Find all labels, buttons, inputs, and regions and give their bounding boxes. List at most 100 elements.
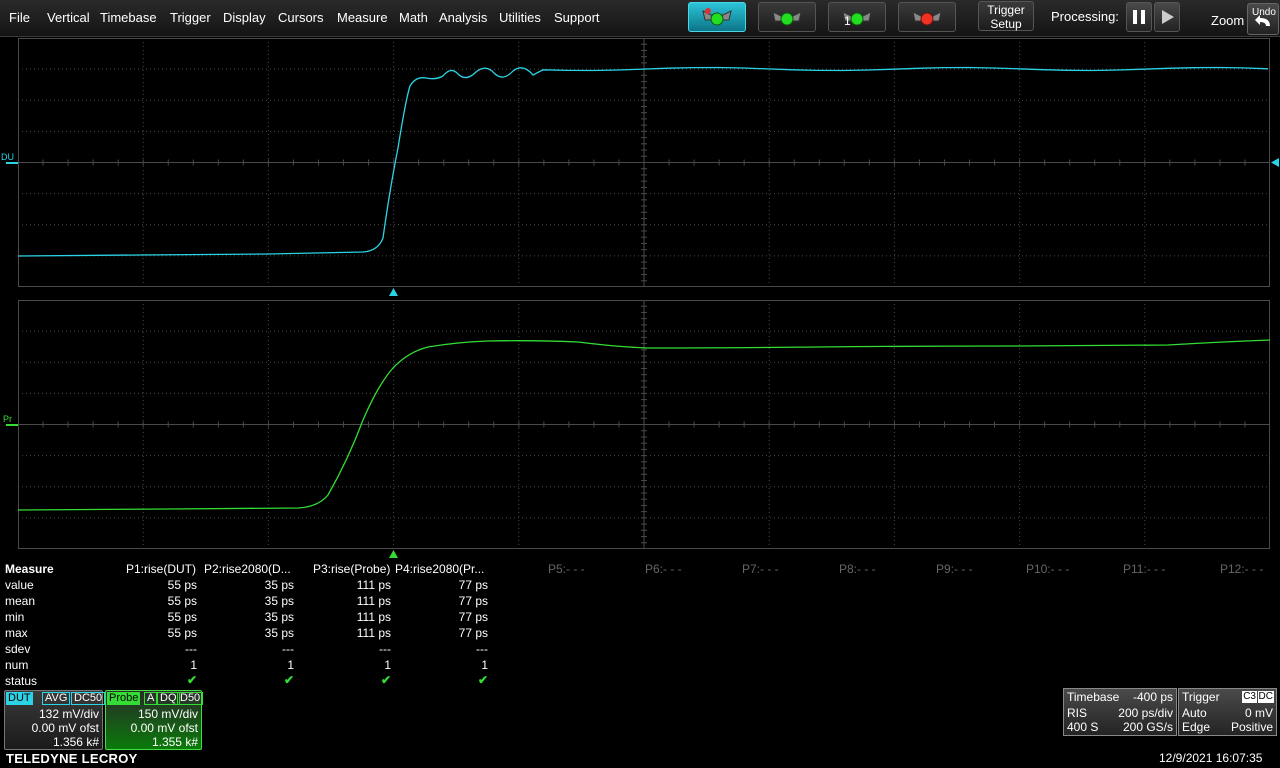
measure-header-p3[interactable]: P3:rise(Probe) <box>313 562 390 576</box>
dut-trigger-position-icon[interactable] <box>389 288 398 296</box>
timebase-rate: 200 GS/s <box>1122 720 1173 734</box>
trigger-level: 0 mV <box>1244 706 1273 720</box>
dut-grid-panel[interactable] <box>18 38 1270 287</box>
measure-header-p12[interactable]: P12:- - - <box>1220 562 1263 576</box>
menu-math[interactable]: Math <box>399 10 428 25</box>
menu-display[interactable]: Display <box>223 10 266 25</box>
p3-max: 111 ps <box>356 626 391 640</box>
probe-offset-marker-icon[interactable] <box>6 422 18 428</box>
play-button[interactable] <box>1154 2 1180 32</box>
p3-num: 1 <box>384 658 391 672</box>
p2-sdev: --- <box>282 642 294 656</box>
timebase-tdiv: 200 ps/div <box>1118 706 1173 720</box>
p4-mean: 77 ps <box>458 594 488 608</box>
dut-waveform-trace <box>18 66 1269 257</box>
measure-table: Measure P1:rise(DUT) P2:rise2080(D... P3… <box>0 560 1280 690</box>
processing-label: Processing: <box>1051 9 1119 24</box>
brand-logo: TELEDYNE LECROY <box>6 751 138 766</box>
measure-header-p4[interactable]: P4:rise2080(Pr... <box>395 562 484 576</box>
dut-offset-marker-icon[interactable] <box>6 160 18 166</box>
dut-offset: 0.00 mV ofst <box>31 721 99 735</box>
dut-vdiv: 132 mV/div <box>38 707 99 721</box>
trigger-setup-line1: Trigger <box>987 3 1025 17</box>
dut-channel-descriptor[interactable]: DUT AVG DC50 132 mV/div 0.00 mV ofst 1.3… <box>4 690 106 750</box>
probe-a-badge: A <box>144 692 158 705</box>
row-label-num: num <box>5 658 29 672</box>
p2-mean: 35 ps <box>264 594 294 608</box>
timebase-delay: -400 ps <box>1132 690 1173 704</box>
p2-max: 35 ps <box>264 626 294 640</box>
measure-title: Measure <box>5 562 54 576</box>
traffic-light-auto-icon <box>702 8 732 26</box>
pause-icon <box>1133 10 1145 24</box>
trigger-mode: Auto <box>1182 706 1207 720</box>
menu-analysis[interactable]: Analysis <box>439 10 487 25</box>
row-label-mean: mean <box>5 594 36 608</box>
menu-utilities[interactable]: Utilities <box>499 10 541 25</box>
menu-vertical[interactable]: Vertical <box>47 10 90 25</box>
p1-max: 55 ps <box>167 626 197 640</box>
probe-trigger-position-icon[interactable] <box>389 550 398 558</box>
trigger-label: Trigger <box>1182 690 1220 704</box>
trigger-source-badge: C3 <box>1242 691 1257 703</box>
menu-timebase[interactable]: Timebase <box>100 10 157 25</box>
p4-num: 1 <box>481 658 488 672</box>
single-trigger-button[interactable]: 1 <box>828 2 886 32</box>
dut-coupling-badge: DC50 <box>71 692 106 705</box>
probe-channel-descriptor[interactable]: Probe A DQ D50 150 mV/div 0.00 mV ofst 1… <box>105 690 204 750</box>
row-label-status: status <box>5 674 38 688</box>
measure-header-p8[interactable]: P8:- - - <box>839 562 876 576</box>
zoom-label[interactable]: Zoom <box>1211 13 1244 28</box>
timebase-descriptor[interactable]: Timebase -400 ps RIS 200 ps/div 400 S 20… <box>1063 688 1177 736</box>
p2-min: 35 ps <box>264 610 294 624</box>
dut-channel-tag: DUT <box>6 692 33 705</box>
probe-coupling-badge: D50 <box>177 692 204 705</box>
p3-status-check-icon: ✔ <box>380 673 391 687</box>
datetime: 12/9/2021 16:07:35 <box>1159 751 1263 765</box>
p3-sdev: --- <box>379 642 391 656</box>
probe-grid-panel[interactable] <box>18 300 1270 549</box>
measure-header-p7[interactable]: P7:- - - <box>742 562 779 576</box>
auto-trigger-button[interactable] <box>688 2 746 32</box>
p1-status-check-icon: ✔ <box>186 673 197 687</box>
timebase-mode: RIS <box>1067 706 1088 720</box>
measure-header-p2[interactable]: P2:rise2080(D... <box>204 562 291 576</box>
normal-trigger-button[interactable] <box>758 2 816 32</box>
trigger-coupling-badge: DC <box>1257 691 1274 703</box>
p2-value: 35 ps <box>264 578 294 592</box>
row-label-value: value <box>5 578 34 592</box>
p1-num: 1 <box>190 658 197 672</box>
trigger-type: Edge <box>1182 720 1211 734</box>
measure-header-p1[interactable]: P1:rise(DUT) <box>126 562 196 576</box>
measure-header-p9[interactable]: P9:- - - <box>936 562 973 576</box>
measure-header-p5[interactable]: P5:- - - <box>548 562 585 576</box>
traffic-light-red-icon <box>912 11 942 26</box>
menu-cursors[interactable]: Cursors <box>278 10 324 25</box>
timebase-label: Timebase <box>1067 690 1120 704</box>
menu-bar: File Vertical Timebase Trigger Display C… <box>0 0 1280 37</box>
menu-support[interactable]: Support <box>554 10 600 25</box>
probe-count: 1.355 k# <box>151 735 198 749</box>
row-label-max: max <box>5 626 28 640</box>
measure-header-p10[interactable]: P10:- - - <box>1026 562 1069 576</box>
traffic-light-green-icon <box>772 11 802 26</box>
measure-header-p6[interactable]: P6:- - - <box>645 562 682 576</box>
p1-min: 55 ps <box>167 610 197 624</box>
undo-button[interactable]: Undo <box>1247 3 1279 35</box>
menu-file[interactable]: File <box>9 10 30 25</box>
undo-arrow-icon <box>1255 15 1270 26</box>
row-label-min: min <box>5 610 25 624</box>
trigger-setup-button[interactable]: Trigger Setup <box>978 1 1034 31</box>
trigger-descriptor[interactable]: Trigger C3 DC Auto 0 mV Edge Positive <box>1178 688 1277 736</box>
dut-level-marker-icon[interactable] <box>1271 158 1279 167</box>
p1-sdev: --- <box>185 642 197 656</box>
measure-header-p11[interactable]: P11:- - - <box>1123 562 1165 576</box>
p3-mean: 111 ps <box>356 594 391 608</box>
menu-measure[interactable]: Measure <box>337 10 388 25</box>
stop-trigger-button[interactable] <box>898 2 956 32</box>
p1-mean: 55 ps <box>167 594 197 608</box>
traffic-light-single-icon <box>842 11 872 26</box>
menu-trigger[interactable]: Trigger <box>170 10 211 25</box>
play-icon <box>1162 10 1174 24</box>
pause-button[interactable] <box>1126 2 1152 32</box>
